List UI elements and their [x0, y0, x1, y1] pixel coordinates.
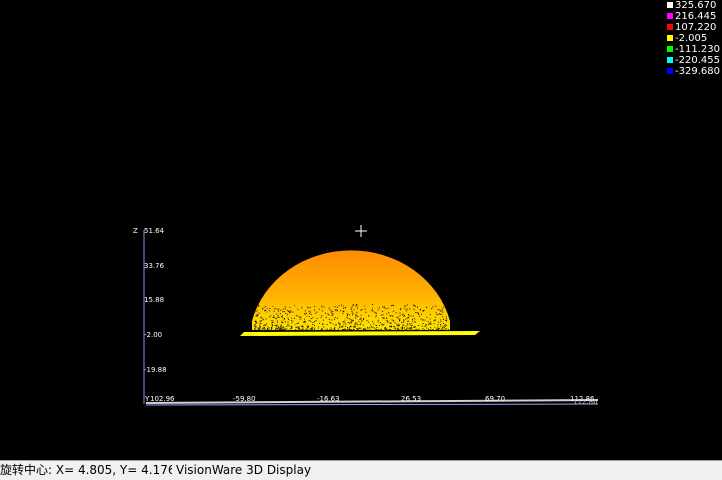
legend-item: -220.455	[666, 55, 720, 66]
legend-item: 107.220	[666, 22, 716, 33]
legend-swatch	[667, 34, 673, 41]
rotation-center-marker	[355, 225, 367, 237]
x-tick-label: 69.70	[485, 395, 505, 403]
legend-value: -220.455	[675, 55, 720, 66]
color-legend: 325.670 216.445 107.220 -2.005 -111.230 …	[666, 0, 722, 80]
base-plane	[240, 331, 480, 336]
legend-item: -111.230	[666, 44, 720, 55]
legend-value: -2.005	[675, 33, 708, 44]
z-tick-label: -19.88	[144, 366, 167, 374]
status-bar: 旋转中心: X= 4.805, Y= 4.176, Z VisionWare 3…	[0, 460, 722, 480]
legend-value: 325.670	[675, 0, 717, 11]
x-axis-line	[145, 403, 599, 406]
z-tick-label: -2.00	[144, 331, 162, 339]
rotation-center-readout: 旋转中心: X= 4.805, Y= 4.176, Z	[0, 463, 172, 477]
z-tick-label: 51.64	[144, 227, 165, 235]
legend-value: -111.230	[675, 44, 720, 55]
app-title: VisionWare 3D Display	[176, 463, 312, 477]
legend-value: -329.680	[675, 66, 720, 77]
dome-surface	[252, 250, 450, 330]
x-tick-label: -16.63	[317, 395, 340, 403]
legend-swatch	[667, 23, 673, 30]
x-tick-label-overlap: 112.86	[573, 398, 598, 406]
legend-value: 216.445	[675, 11, 717, 22]
legend-swatch	[667, 12, 673, 19]
legend-swatch	[667, 67, 673, 74]
z-tick-label: 15.88	[144, 296, 164, 304]
legend-swatch	[667, 1, 673, 8]
legend-item: 325.670	[666, 0, 716, 11]
legend-swatch	[667, 56, 673, 63]
legend-item: -329.680	[666, 66, 720, 77]
legend-item: 216.445	[666, 11, 716, 22]
3d-viewport[interactable]: Z 51.64 33.76 15.88 -2.00 -19.88 Y 102.9…	[0, 0, 722, 460]
scene-canvas: Z 51.64 33.76 15.88 -2.00 -19.88 Y 102.9…	[133, 225, 599, 406]
legend-item: -2.005	[666, 33, 707, 44]
x-tick-label: -59.80	[233, 395, 256, 403]
legend-value: 107.220	[675, 22, 717, 33]
ground-plane	[146, 399, 598, 404]
x-tick-label: 26.53	[401, 395, 421, 403]
z-axis-label: Z	[133, 227, 138, 235]
legend-swatch	[667, 45, 673, 52]
z-tick-label: 33.76	[144, 262, 165, 270]
x-tick-label: 102.96	[150, 395, 175, 403]
